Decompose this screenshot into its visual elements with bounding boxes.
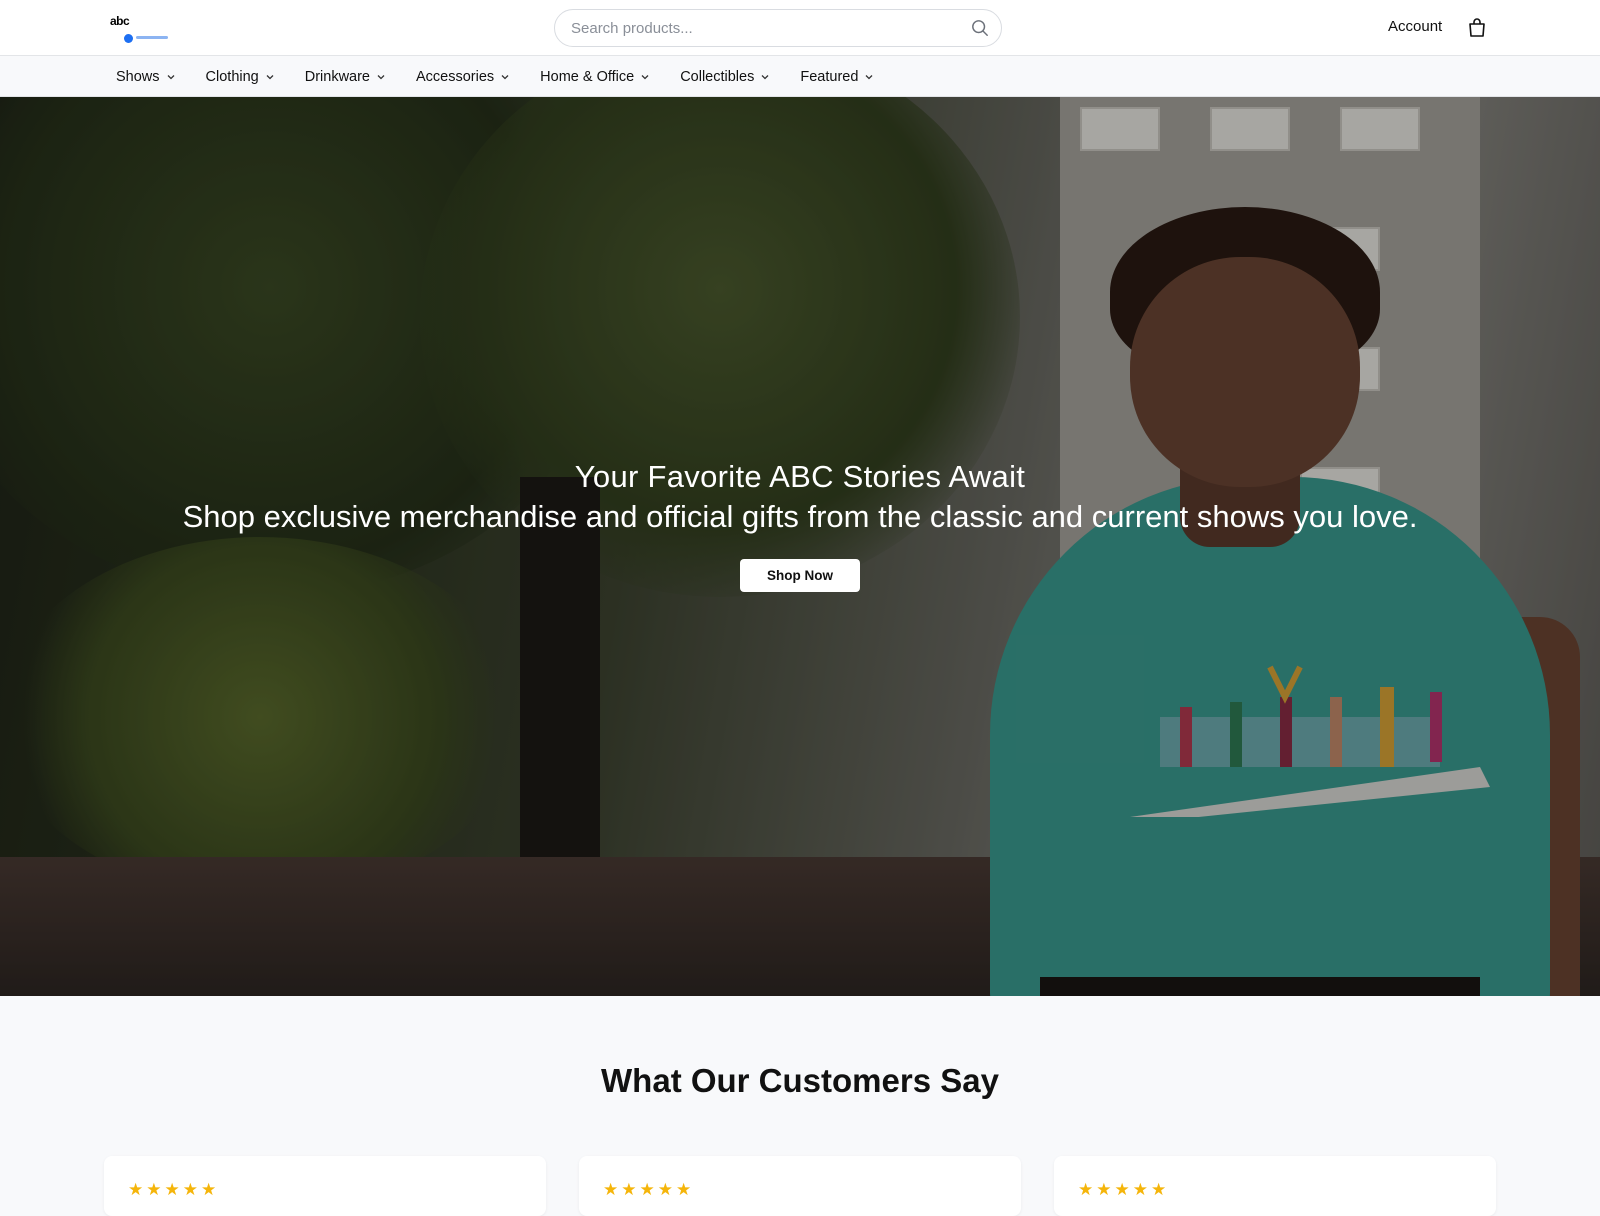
nav-item-home-office[interactable]: Home & Office [540, 69, 650, 85]
star-rating-icon: ★★★★★ [603, 1180, 695, 1199]
chevron-down-icon [266, 74, 274, 79]
hero-banner: Your Favorite ABC Stories Await Shop exc… [0, 97, 1600, 996]
shop-now-button[interactable]: Shop Now [740, 559, 860, 592]
chevron-down-icon [501, 74, 509, 79]
chevron-down-icon [761, 74, 769, 79]
nav-item-label: Accessories [416, 68, 495, 85]
nav-item-label: Home & Office [540, 68, 635, 85]
nav-item-drinkware[interactable]: Drinkware [305, 69, 386, 85]
testimonials-section: What Our Customers Say ★★★★★ ★★★★★ ★★★★★ [0, 996, 1600, 1216]
chevron-down-icon [865, 74, 873, 79]
nav-item-label: Shows [116, 68, 160, 85]
chevron-down-icon [167, 74, 174, 79]
shopping-bag-icon[interactable] [1467, 17, 1487, 38]
nav-item-label: Featured [800, 68, 859, 85]
chevron-down-icon [641, 74, 649, 79]
testimonials-heading: What Our Customers Say [601, 1062, 999, 1099]
nav-item-collectibles[interactable]: Collectibles [680, 69, 770, 85]
site-header: abc Account [0, 0, 1600, 56]
testimonial-card: ★★★★★ [1054, 1156, 1496, 1216]
category-nav: Shows Clothing Drinkware Accessories Hom… [0, 56, 1600, 97]
hero-content: Your Favorite ABC Stories Await Shop exc… [0, 457, 1600, 592]
logo-wordmark: abc [110, 14, 130, 28]
logo-badge-icon [124, 34, 133, 43]
nav-item-featured[interactable]: Featured [800, 69, 874, 85]
chevron-down-icon [377, 74, 385, 79]
nav-item-clothing[interactable]: Clothing [206, 69, 275, 85]
category-nav-list: Shows Clothing Drinkware Accessories Hom… [116, 56, 904, 97]
nav-item-label: Drinkware [304, 68, 370, 85]
nav-item-label: Collectibles [680, 68, 755, 85]
star-rating-icon: ★★★★★ [128, 1180, 220, 1199]
nav-item-shows[interactable]: Shows [116, 69, 176, 85]
testimonial-card: ★★★★★ [579, 1156, 1021, 1216]
star-rating-icon: ★★★★★ [1078, 1180, 1170, 1199]
abc-logo[interactable]: abc [110, 14, 170, 48]
nav-item-label: Clothing [205, 68, 259, 85]
account-link[interactable]: Account [1388, 18, 1442, 35]
search-bar [554, 9, 1002, 47]
search-icon[interactable] [971, 19, 989, 37]
hero-subtitle: Shop exclusive merchandise and official … [182, 499, 1418, 534]
nav-item-accessories[interactable]: Accessories [416, 69, 510, 85]
testimonial-card: ★★★★★ [104, 1156, 546, 1216]
hero-title: Your Favorite ABC Stories Await [574, 459, 1026, 494]
search-input[interactable] [571, 10, 951, 46]
logo-tagline-graphic [136, 36, 168, 39]
